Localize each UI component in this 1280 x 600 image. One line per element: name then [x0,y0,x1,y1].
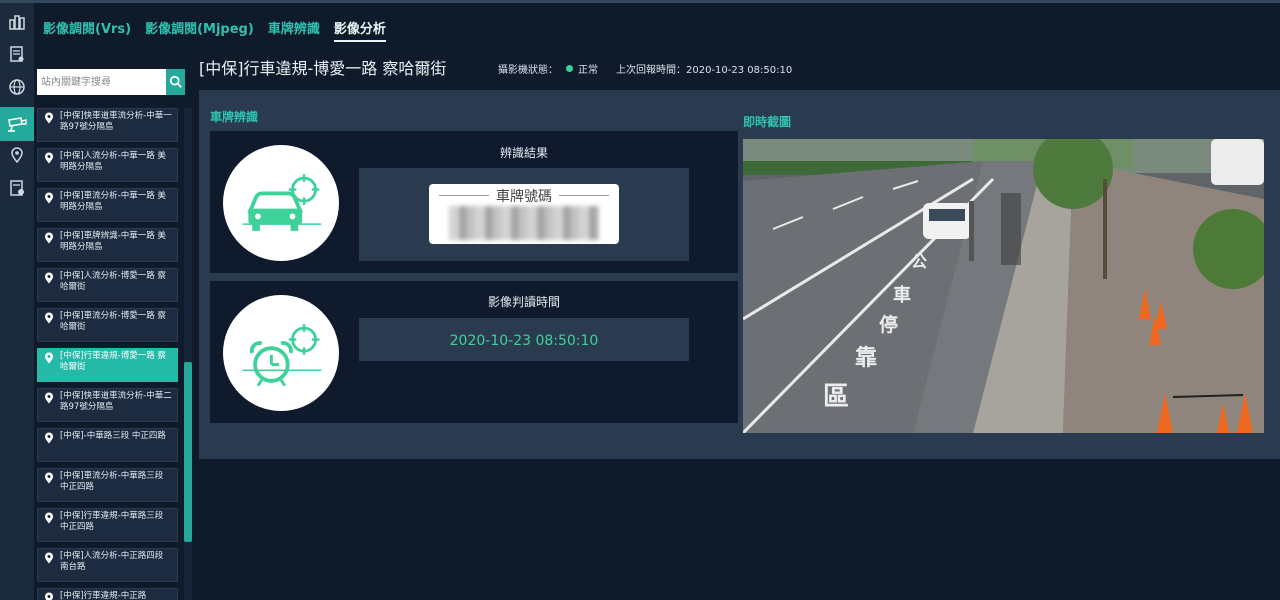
recognition-time: 2020-10-23 08:50:10 [449,333,599,349]
camera-label: [中保]車流分析-博愛一路 察哈爾街 [60,311,166,332]
plate-caption: 車牌號碼 [496,189,552,205]
document-settings-icon[interactable] [0,173,34,203]
search-bar [37,69,185,95]
location-pin-icon [45,512,53,524]
camera-list-item[interactable]: [中保]行車違規-中正路 [37,588,178,600]
status-value: 正常 [578,65,598,76]
building-chart-icon[interactable] [0,7,34,37]
camera-label: [中保]行車違規-中華路三段 中正四路 [60,511,164,532]
street-scene: 50 公 車 停 靠 區 [743,139,1264,433]
location-pin-icon [45,112,53,124]
camera-list-item[interactable]: [中保]快車道車流分析-中華二路97號分隔島 [37,388,178,422]
time-label: 影像判讀時間 [487,295,560,309]
plate-line-right [559,195,609,196]
location-pin-icon [45,552,53,564]
alarm-clock-badge [223,295,339,411]
location-pin-icon [45,592,53,600]
location-pin-icon [45,432,53,444]
top-tabs: 影像調閱(Vrs) 影像調閱(Mjpeg) 車牌辨識 影像分析 [43,18,386,42]
location-pin-icon [45,272,53,284]
svg-text:公: 公 [911,252,927,271]
plate-number-blurred [449,206,599,240]
camera-list-item[interactable]: [中保]人流分析-中華一路 美明路分隔島 [37,148,178,182]
camera-label: [中保]車牌辨識-中華一路 美明路分隔島 [60,231,166,252]
snapshot-section-title: 即時截圖 [743,115,792,129]
camera-list-item[interactable]: [中保]車牌辨識-中華一路 美明路分隔島 [37,228,178,262]
location-pin-icon [45,472,53,484]
location-pin-icon[interactable] [0,140,34,170]
camera-list-item[interactable]: [中保]行車違規-博愛一路 察哈爾街 [37,348,178,382]
camera-list-item[interactable]: [中保]快車道車流分析-中華一路97號分隔島 [37,108,178,142]
camera-label: [中保]車流分析-中華路三段 中正四路 [60,471,164,492]
svg-text:車: 車 [893,284,911,306]
camera-label: [中保]人流分析-博愛一路 察哈爾街 [60,271,166,292]
camera-label: [中保]快車道車流分析-中華一路97號分隔島 [60,111,172,132]
svg-text:區: 區 [823,382,849,412]
plate-section-title: 車牌辨識 [210,110,259,124]
camera-label: [中保]人流分析-中正路四段 南台路 [60,551,164,572]
list-scrollbar-thumb[interactable] [184,362,192,542]
tab-video-analysis[interactable]: 影像分析 [333,18,386,42]
camera-list-item[interactable]: [中保]車流分析-博愛一路 察哈爾街 [37,308,178,342]
camera-label: [中保]快車道車流分析-中華二路97號分隔島 [60,391,172,412]
plate-result-card: 辨識結果 車牌號碼 [210,131,738,273]
camera-list-item[interactable]: [中保]人流分析-博愛一路 察哈爾街 [37,268,178,302]
location-pin-icon [45,392,53,404]
camera-list-item[interactable]: [中保]-中華路三段 中正四路 [37,428,178,462]
camera-status: 攝影機狀態： 正常 上次回報時間：2020-10-23 08:50:10 [498,61,792,76]
status-dot [566,65,573,72]
camera-list-item[interactable]: [中保]行車違規-中華路三段 中正四路 [37,508,178,542]
license-plate: 車牌號碼 [429,184,619,244]
camera-list-item[interactable]: [中保]車流分析-中華路三段 中正四路 [37,468,178,502]
top-border [0,0,1280,3]
svg-text:靠: 靠 [855,346,877,371]
document-list-icon[interactable] [0,39,34,69]
icon-rail [0,3,34,600]
time-value-box: 2020-10-23 08:50:10 [359,318,689,361]
cctv-camera-icon[interactable] [0,107,34,141]
search-input[interactable] [37,69,166,95]
last-report-time: 上次回報時間：2020-10-23 08:50:10 [616,65,793,76]
live-snapshot-image[interactable]: 50 公 車 停 靠 區 [743,139,1264,433]
camera-label: [中保]行車違規-中正路 [60,591,147,600]
status-label: 攝影機狀態： [498,65,558,76]
svg-text:停: 停 [879,313,898,336]
camera-list: [中保]快車道車流分析-中華一路97號分隔島 [中保]人流分析-中華一路 美明路分… [37,108,178,600]
page-title: [中保]行車違規-博愛一路 察哈爾街 [199,59,447,78]
plate-value-box: 車牌號碼 [359,168,689,261]
camera-list-item[interactable]: [中保]車流分析-中華一路 美明路分隔島 [37,188,178,222]
search-icon [169,75,182,88]
location-pin-icon [45,152,53,164]
globe-icon[interactable] [0,72,34,102]
tab-video-vrs[interactable]: 影像調閱(Vrs) [43,18,131,42]
result-label: 辨識結果 [499,146,548,160]
location-pin-icon [45,232,53,244]
location-pin-icon [45,352,53,364]
tab-video-mjpeg[interactable]: 影像調閱(Mjpeg) [145,18,254,42]
recognition-time-card: 影像判讀時間 2020-10-23 08:50:10 [210,281,738,423]
camera-label: [中保]車流分析-中華一路 美明路分隔島 [60,191,166,212]
camera-label: [中保]人流分析-中華一路 美明路分隔島 [60,151,166,172]
car-scan-icon [242,174,322,231]
camera-label: [中保]-中華路三段 中正四路 [60,431,166,441]
location-pin-icon [45,192,53,204]
camera-list-item[interactable]: [中保]人流分析-中正路四段 南台路 [37,548,178,582]
tab-plate-recognition[interactable]: 車牌辨識 [268,18,320,42]
location-pin-icon [45,312,53,324]
search-button[interactable] [166,69,185,95]
car-scan-badge [223,145,339,261]
camera-label: [中保]行車違規-博愛一路 察哈爾街 [60,351,166,372]
alarm-clock-icon [242,324,322,387]
